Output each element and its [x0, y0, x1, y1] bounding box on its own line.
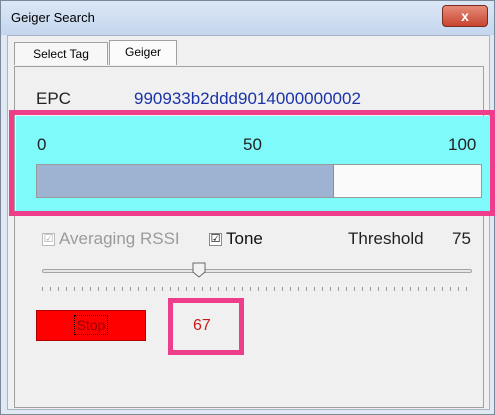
- averaging-rssi-checkbox[interactable]: ☑: [42, 233, 55, 246]
- threshold-value: 75: [452, 229, 471, 248]
- highlight-box-reading: [168, 298, 244, 355]
- epc-label: EPC: [36, 89, 71, 108]
- threshold-slider-track[interactable]: [42, 269, 472, 273]
- title-bar[interactable]: Geiger Search x: [1, 1, 494, 35]
- slider-tick-marks: [42, 287, 472, 291]
- tone-label: Tone: [226, 229, 263, 248]
- tab-geiger[interactable]: Geiger: [109, 40, 177, 65]
- threshold-label: Threshold: [348, 229, 424, 248]
- close-button[interactable]: x: [442, 5, 488, 27]
- tab-select-tag[interactable]: Select Tag: [14, 42, 108, 65]
- stop-button-label: Stop: [73, 315, 109, 335]
- averaging-rssi-label: Averaging RSSI: [59, 229, 180, 248]
- epc-value: 990933b2ddd9014000000002: [134, 89, 361, 108]
- tone-checkbox[interactable]: ☑: [209, 233, 222, 246]
- window-title: Geiger Search: [11, 10, 95, 25]
- highlight-box-signal: [9, 110, 495, 216]
- threshold-slider-thumb[interactable]: [191, 262, 207, 278]
- stop-button[interactable]: Stop: [36, 310, 146, 341]
